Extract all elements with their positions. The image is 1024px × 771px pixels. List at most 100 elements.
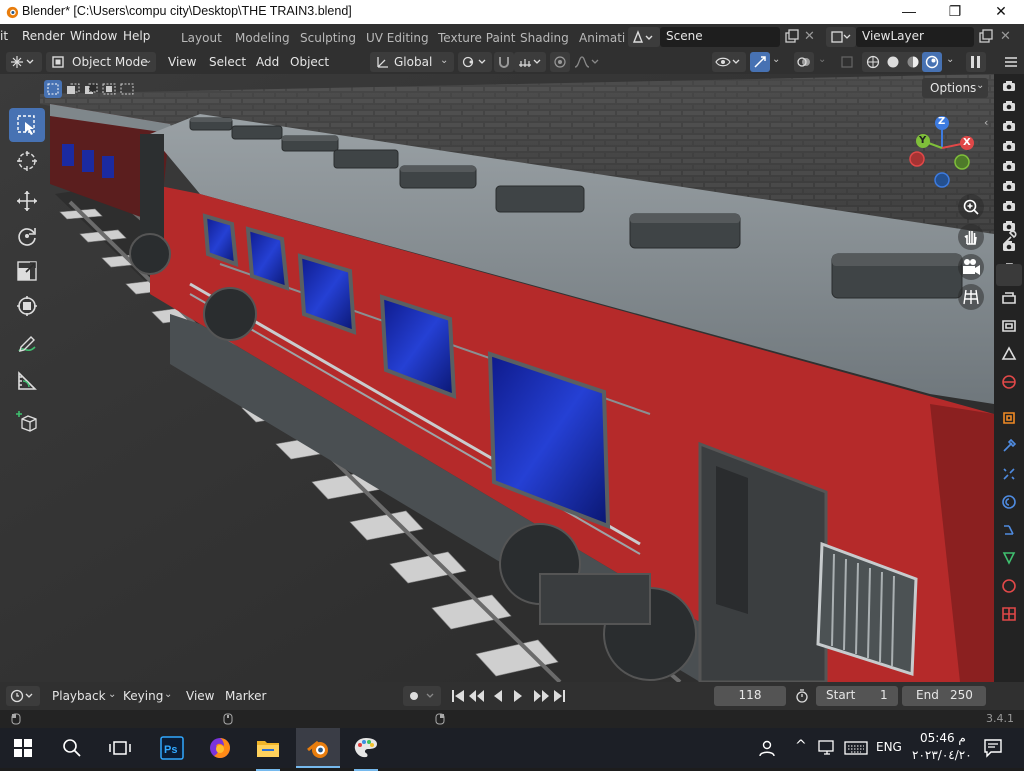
select-subtract-icon[interactable] <box>84 83 98 95</box>
tab-world-icon[interactable] <box>1001 374 1017 390</box>
menu-timeline-view[interactable]: View <box>186 689 214 703</box>
notifications-icon[interactable] <box>983 738 1003 758</box>
tab-output-icon[interactable] <box>1001 290 1017 306</box>
scene-name-field[interactable]: Scene <box>660 27 780 47</box>
view-layer-selector-button[interactable] <box>826 27 856 47</box>
tab-texture-icon[interactable] <box>1001 606 1017 622</box>
windows-start-icon[interactable] <box>14 739 32 757</box>
clock-time[interactable]: 05:46 م <box>920 731 966 745</box>
rendered-shading-button[interactable] <box>922 52 942 72</box>
move-tool[interactable] <box>9 184 45 218</box>
tab-physics-icon[interactable] <box>1001 494 1017 510</box>
scene-selector-button[interactable] <box>628 27 660 47</box>
measure-tool[interactable] <box>9 364 45 398</box>
falloff-icon[interactable] <box>574 55 600 69</box>
menu-select[interactable]: Select <box>209 55 246 69</box>
rotate-tool[interactable] <box>9 219 45 253</box>
scale-tool[interactable] <box>9 254 45 288</box>
xray-icon[interactable] <box>840 55 854 69</box>
tab-shading[interactable]: Shading <box>520 31 569 45</box>
tab-texture-paint[interactable]: Texture Paint <box>438 31 515 45</box>
transform-orientation-dropdown[interactable]: Global ⌄ <box>370 52 454 72</box>
chevron-down-icon[interactable]: ⌄ <box>772 54 780 65</box>
network-icon[interactable] <box>818 740 838 756</box>
close-button[interactable]: ✕ <box>978 0 1024 24</box>
tab-uv-editing[interactable]: UV Editing <box>366 31 429 45</box>
select-new-button[interactable] <box>44 80 62 98</box>
menu-window[interactable]: Window <box>70 29 117 43</box>
tab-data-icon[interactable] <box>1001 550 1017 566</box>
pause-render-button[interactable] <box>966 52 986 72</box>
sidebar-expand-icon[interactable]: ‹ <box>984 116 988 129</box>
blender-taskbar-button[interactable] <box>296 728 340 768</box>
photoshop-taskbar-button[interactable]: Ps <box>156 732 188 764</box>
timeline-editor-type-button[interactable] <box>6 686 40 706</box>
tab-object-icon[interactable] <box>1001 410 1017 426</box>
cursor-tool[interactable] <box>9 144 45 178</box>
menu-marker[interactable]: Marker <box>225 689 266 703</box>
task-view-icon[interactable] <box>109 738 131 758</box>
menu-keying[interactable]: Keying <box>123 689 163 703</box>
snap-target-dropdown[interactable] <box>514 52 546 72</box>
sidebar-toggle-icon[interactable] <box>1004 56 1018 68</box>
options-dropdown[interactable]: Options ⌄ <box>922 78 988 98</box>
pan-button[interactable] <box>958 224 984 250</box>
add-cube-tool[interactable] <box>9 404 45 438</box>
object-mode-dropdown[interactable]: Object Mode ⌄ <box>46 52 156 72</box>
keyboard-icon[interactable] <box>844 740 868 756</box>
view-layer-field[interactable]: ViewLayer <box>856 27 974 47</box>
tab-layout[interactable]: Layout <box>181 31 222 45</box>
show-hidden-icons-icon[interactable]: ^ <box>795 738 807 754</box>
snap-toggle[interactable] <box>494 52 514 72</box>
delete-view-layer-icon[interactable]: ✕ <box>1000 29 1011 44</box>
maximize-button[interactable]: ❐ <box>932 0 978 24</box>
auto-keying-toggle[interactable] <box>403 686 441 706</box>
select-invert-icon[interactable] <box>102 83 116 95</box>
solid-shading-icon[interactable] <box>886 55 900 69</box>
tab-view-layer-icon[interactable] <box>1001 318 1017 334</box>
paint-taskbar-button[interactable] <box>350 732 382 771</box>
new-scene-icon[interactable] <box>784 29 800 45</box>
menu-add[interactable]: Add <box>256 55 279 69</box>
tab-scene-icon[interactable] <box>1001 346 1017 362</box>
editor-type-button[interactable] <box>6 52 42 72</box>
camera-visibility-icon[interactable] <box>1002 200 1016 212</box>
pivot-point-dropdown[interactable] <box>458 52 492 72</box>
tab-constraints-icon[interactable] <box>1001 522 1017 538</box>
firefox-taskbar-button[interactable] <box>204 732 236 764</box>
delete-scene-icon[interactable]: ✕ <box>804 29 815 44</box>
wireframe-shading-icon[interactable] <box>866 55 880 69</box>
select-intersect-icon[interactable] <box>120 83 134 95</box>
tab-animation[interactable]: Animati <box>579 31 625 45</box>
tab-modeling[interactable]: Modeling <box>235 31 290 45</box>
annotate-tool[interactable] <box>9 329 45 363</box>
camera-view-button[interactable] <box>958 254 984 280</box>
end-frame-field[interactable]: End 250 <box>902 686 986 706</box>
clock-date[interactable]: ٢٠٢٣/٠٤/٢٠ <box>912 748 972 762</box>
new-view-layer-icon[interactable] <box>978 29 994 45</box>
menu-view[interactable]: View <box>168 55 196 69</box>
3d-viewport[interactable]: Options ⌄ Z Y X ‹ <box>0 74 994 682</box>
material-shading-icon[interactable] <box>906 55 920 69</box>
menu-help[interactable]: Help <box>123 29 150 43</box>
camera-visibility-icon[interactable] <box>1002 140 1016 152</box>
minimize-button[interactable]: — <box>886 0 932 24</box>
ortho-toggle-button[interactable] <box>958 284 984 310</box>
chevron-down-icon[interactable]: ⌄ <box>946 54 954 65</box>
visibility-dropdown[interactable] <box>712 52 746 72</box>
search-icon[interactable] <box>62 738 82 758</box>
stopwatch-icon[interactable] <box>795 689 809 703</box>
input-language[interactable]: ENG <box>876 740 902 754</box>
camera-visibility-icon[interactable] <box>1002 160 1016 172</box>
chevron-down-icon[interactable]: ⌄ <box>818 54 826 65</box>
camera-visibility-icon[interactable] <box>1002 100 1016 112</box>
playback-controls[interactable] <box>450 689 570 703</box>
camera-visibility-icon[interactable] <box>1002 80 1016 92</box>
properties-editor-type-button[interactable] <box>996 264 1022 286</box>
tab-sculpting[interactable]: Sculpting <box>300 31 356 45</box>
menu-object[interactable]: Object <box>290 55 329 69</box>
select-extend-icon[interactable] <box>66 83 80 95</box>
file-explorer-taskbar-button[interactable] <box>252 732 284 771</box>
navigation-gizmo[interactable]: Z Y X <box>904 112 984 192</box>
overlays-toggle[interactable] <box>794 52 814 72</box>
